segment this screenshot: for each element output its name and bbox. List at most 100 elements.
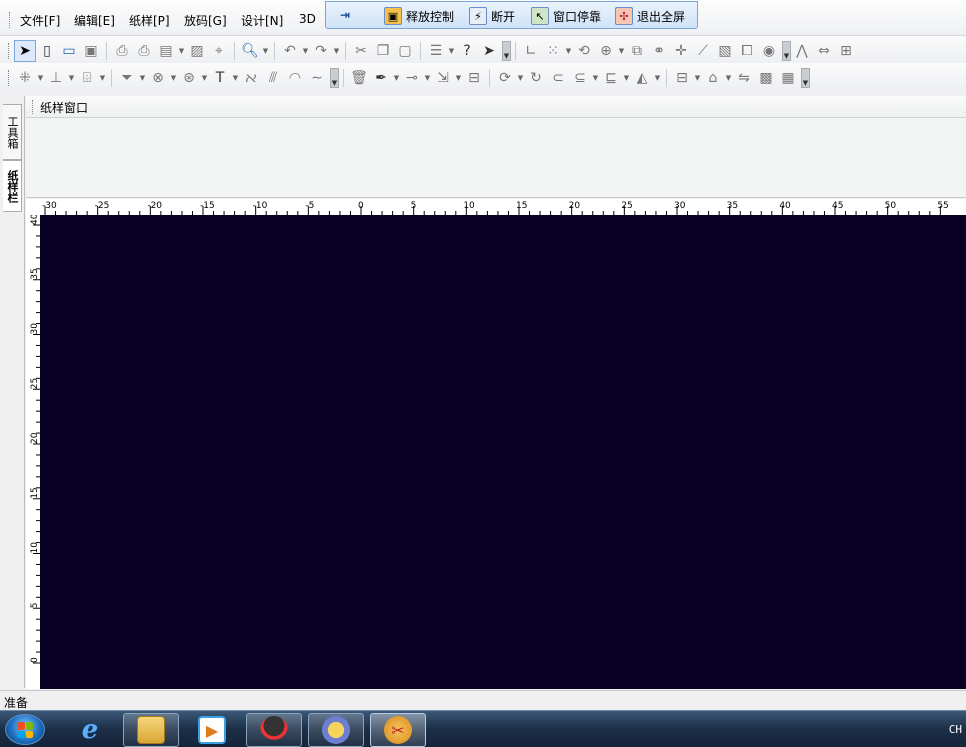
curve-icon[interactable]: ∼	[306, 67, 328, 89]
chevron-down-icon[interactable]: ▼	[724, 74, 733, 82]
undo-icon[interactable]: ↶	[279, 40, 301, 62]
taskbar-app-ie[interactable]: e	[62, 713, 118, 747]
toolbar-overflow-icon[interactable]: ▼	[801, 68, 810, 88]
refresh-icon[interactable]: ↻	[525, 67, 547, 89]
text-tool-icon[interactable]: T	[209, 67, 231, 89]
chevron-down-icon[interactable]: ▼	[98, 74, 107, 82]
plot-icon[interactable]: ⎙	[133, 40, 155, 62]
drawing-canvas[interactable]	[40, 215, 966, 689]
new-file-icon[interactable]: ▯	[36, 40, 58, 62]
chevron-down-icon[interactable]: ▼	[454, 74, 463, 82]
rotate-piece-icon[interactable]: ⟲	[573, 40, 595, 62]
pattern-piece-icon[interactable]: ▧	[714, 40, 736, 62]
circle-tool-icon[interactable]: ◉	[758, 40, 780, 62]
tab-toolbox[interactable]: 工具箱	[3, 104, 22, 160]
arc-icon[interactable]: ◠	[284, 67, 306, 89]
layout-icon[interactable]: ▤	[155, 40, 177, 62]
chevron-down-icon[interactable]: ▼	[301, 47, 310, 55]
ruler-tool-icon[interactable]: ⊞	[835, 40, 857, 62]
taskbar-app-cad[interactable]: ✂	[370, 713, 426, 747]
notch-icon[interactable]: ⌂	[702, 67, 724, 89]
chevron-down-icon[interactable]: ▼	[693, 74, 702, 82]
move-point-icon[interactable]: ⇲	[432, 67, 454, 89]
chevron-down-icon[interactable]: ▼	[138, 74, 147, 82]
seam-allowance-icon[interactable]: ⊆	[569, 67, 591, 89]
fold-icon[interactable]: ⊟	[671, 67, 693, 89]
corner-icon[interactable]: ∟	[520, 40, 542, 62]
tag-icon[interactable]: ⌖	[208, 40, 230, 62]
copy-icon[interactable]: ❐	[372, 40, 394, 62]
corner-seam-icon[interactable]: ⊑	[600, 67, 622, 89]
disconnect-button[interactable]: ⚡ 断开	[469, 6, 515, 26]
context-help-icon[interactable]: ➤	[478, 40, 500, 62]
menu-design[interactable]: 设计[N]	[241, 12, 283, 29]
wave-line-icon[interactable]: ﬡ	[240, 67, 262, 89]
delete-icon[interactable]: 🗑︎	[348, 67, 370, 89]
menu-file[interactable]: 文件[F]	[20, 12, 60, 29]
taskbar-app-remote[interactable]	[308, 713, 364, 747]
toolbar-overflow-icon[interactable]: ▼	[782, 41, 791, 61]
chevron-down-icon[interactable]: ▼	[200, 74, 209, 82]
image-icon[interactable]: ▨	[186, 40, 208, 62]
properties-icon[interactable]: ☰	[425, 40, 447, 62]
measure-icon[interactable]: ⇔	[813, 40, 835, 62]
redo-icon[interactable]: ↷	[310, 40, 332, 62]
piece-info-icon[interactable]: ▩	[755, 67, 777, 89]
menu-edit[interactable]: 编辑[E]	[74, 12, 115, 29]
toolbar-overflow-icon[interactable]: ▼	[502, 41, 511, 61]
split-icon[interactable]: ⟋	[692, 40, 714, 62]
chevron-down-icon[interactable]: ▼	[516, 74, 525, 82]
stamp-icon[interactable]: ⌹	[76, 67, 98, 89]
chevron-down-icon[interactable]: ▼	[591, 74, 600, 82]
tab-pattern-list[interactable]: 纸样栏	[3, 160, 22, 212]
chevron-down-icon[interactable]: ▼	[653, 74, 662, 82]
pleat-icon[interactable]: ⫻	[262, 67, 284, 89]
start-button[interactable]	[5, 714, 45, 745]
chevron-down-icon[interactable]: ▼	[332, 47, 341, 55]
exchange-icon[interactable]: ⇋	[733, 67, 755, 89]
print-icon[interactable]: ⎙	[111, 40, 133, 62]
snap-points-icon[interactable]: ⁜	[14, 67, 36, 89]
help-icon[interactable]: ?	[456, 40, 478, 62]
dart-icon[interactable]: ⏷	[116, 67, 138, 89]
offset-icon[interactable]: ⊸	[401, 67, 423, 89]
copy-piece-icon[interactable]: ⧠	[736, 40, 758, 62]
chevron-down-icon[interactable]: ▼	[169, 74, 178, 82]
chevron-down-icon[interactable]: ▼	[36, 74, 45, 82]
save-icon[interactable]: ▣	[80, 40, 102, 62]
chevron-down-icon[interactable]: ▼	[231, 74, 240, 82]
taskbar-app-explorer[interactable]	[123, 713, 179, 747]
language-indicator[interactable]: CH	[949, 723, 962, 736]
chevron-down-icon[interactable]: ▼	[564, 47, 573, 55]
dock-window-button[interactable]: ↖ 窗口停靠	[531, 6, 601, 26]
paste-icon[interactable]: ▢	[394, 40, 416, 62]
zoom-icon[interactable]: 🔍︎	[239, 40, 261, 62]
menu-3d[interactable]: 3D	[299, 12, 316, 26]
chevron-down-icon[interactable]: ▼	[177, 47, 186, 55]
transform-icon[interactable]: ⧉	[626, 40, 648, 62]
exit-fullscreen-button[interactable]: ✣ 退出全屏	[615, 6, 685, 26]
rotate-icon[interactable]: ⟳	[494, 67, 516, 89]
cross-icon[interactable]: ✛	[670, 40, 692, 62]
chevron-down-icon[interactable]: ▼	[392, 74, 401, 82]
chevron-down-icon[interactable]: ▼	[447, 47, 456, 55]
menu-pattern[interactable]: 纸样[P]	[129, 12, 170, 29]
pen-tool-icon[interactable]: ✒	[370, 67, 392, 89]
chevron-down-icon[interactable]: ▼	[622, 74, 631, 82]
open-folder-icon[interactable]: ▭	[58, 40, 80, 62]
points-icon[interactable]: ⁙	[542, 40, 564, 62]
curve-tool-icon[interactable]: ⋀	[791, 40, 813, 62]
release-control-button[interactable]: ▣ 释放控制	[384, 6, 454, 26]
cut-icon[interactable]: ✂	[350, 40, 372, 62]
chevron-down-icon[interactable]: ▼	[617, 47, 626, 55]
output-icon[interactable]: ▦	[777, 67, 799, 89]
buttonhole-icon[interactable]: ⊗	[147, 67, 169, 89]
align-icon[interactable]: ⊟	[463, 67, 485, 89]
taskbar-app-media[interactable]: ▶	[184, 713, 240, 747]
grain-line-icon[interactable]: ◭	[631, 67, 653, 89]
chevron-down-icon[interactable]: ▼	[261, 47, 270, 55]
chevron-down-icon[interactable]: ▼	[67, 74, 76, 82]
seam-icon[interactable]: ⊂	[547, 67, 569, 89]
menu-grading[interactable]: 放码[G]	[184, 12, 227, 29]
pin-icon[interactable]: ⇥	[340, 8, 350, 22]
